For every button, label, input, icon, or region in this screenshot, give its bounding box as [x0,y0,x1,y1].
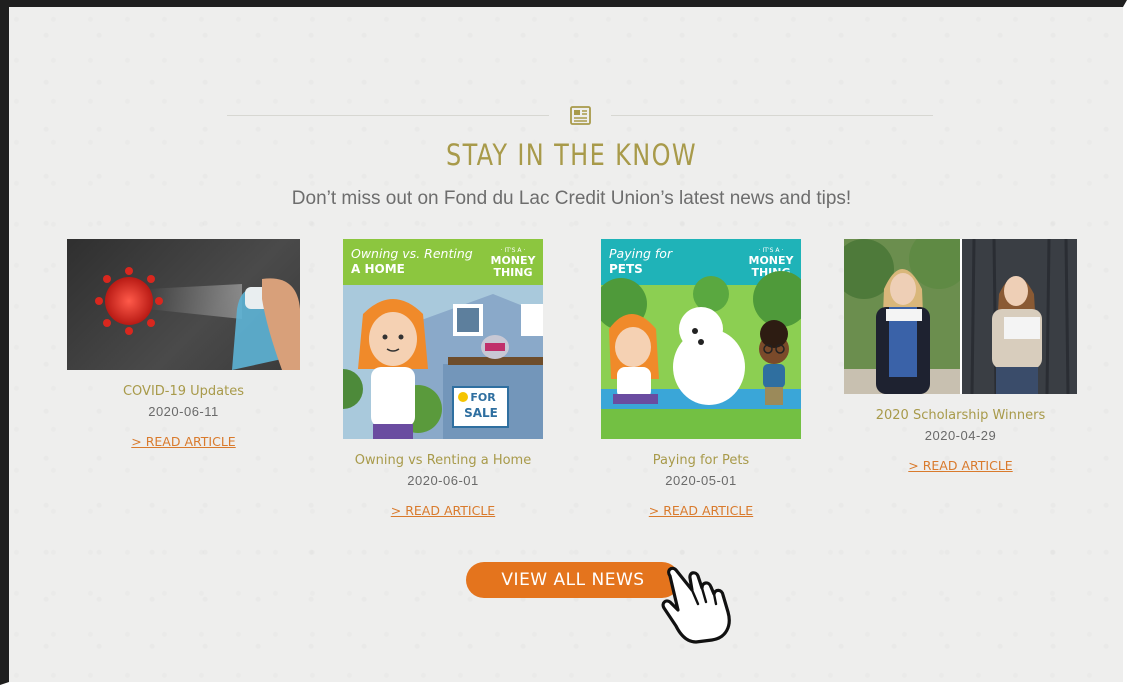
news-card-pets: Paying for PETS · IT'S A · MONEY THING P… [601,239,801,529]
divider-right [611,115,933,116]
article-date: 2020-05-01 [665,473,737,488]
section-subtitle: Don’t miss out on Fond du Lac Credit Uni… [291,188,852,209]
news-card-owning-renting: Owning vs. Renting A HOME · IT'S A · MON… [343,239,543,529]
image-heading: Paying for [609,246,673,261]
sign-bottom: SALE [464,406,498,420]
news-card-scholarship: 2020 Scholarship Winners 2020-04-29 > RE… [844,239,1077,489]
badge-top: · IT'S A · [759,247,784,254]
read-article-link[interactable]: > READ ARTICLE [67,434,300,449]
paying-for-pets-illustration[interactable]: Paying for PETS · IT'S A · MONEY THING [601,239,801,439]
pointer-hand-icon [661,566,731,644]
article-date: 2020-06-11 [148,404,219,419]
sign-top: FOR [470,391,496,404]
article-title[interactable]: 2020 Scholarship Winners [844,408,1077,423]
newspaper-icon [570,106,591,125]
article-date: 2020-06-01 [407,473,479,488]
read-article-link[interactable]: > READ ARTICLE [844,458,1077,473]
image-subheading: A HOME [351,262,405,276]
article-title[interactable]: COVID-19 Updates [67,384,300,399]
badge-bottom: THING [493,266,532,279]
read-article-link[interactable]: > READ ARTICLE [343,503,543,518]
news-card-covid: COVID-19 Updates 2020-06-11 > READ ARTIC… [67,239,300,469]
divider-left [227,115,549,116]
scholarship-winners-photo[interactable] [844,239,1077,394]
image-heading: Owning vs. Renting [351,246,473,261]
article-title[interactable]: Owning vs Renting a Home [343,453,543,468]
owning-vs-renting-illustration[interactable]: Owning vs. Renting A HOME · IT'S A · MON… [343,239,543,439]
read-article-link[interactable]: > READ ARTICLE [601,503,801,518]
badge-top: · IT'S A · [501,247,526,254]
article-date: 2020-04-29 [924,428,997,443]
virus-spray-photo[interactable] [67,239,300,370]
image-subheading: PETS [609,262,643,276]
article-title[interactable]: Paying for Pets [601,453,801,468]
section-title: STAY IN THE KNOW [446,138,697,172]
view-all-news-button[interactable]: VIEW ALL NEWS [466,562,680,598]
